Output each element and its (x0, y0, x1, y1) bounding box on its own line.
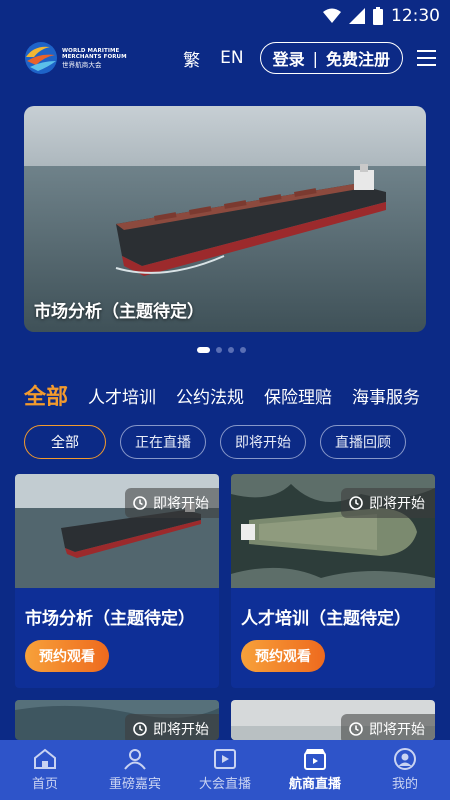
filter-upcoming[interactable]: 即将开始 (220, 425, 306, 459)
card-status-text: 即将开始 (153, 496, 209, 512)
nav-merchant-live[interactable]: 航商直播 (270, 740, 360, 800)
nav-merchant-live-label: 航商直播 (288, 777, 341, 792)
card-status-badge: 即将开始 (341, 488, 435, 518)
status-time: 12:30 (391, 6, 440, 26)
nav-conference-live[interactable]: 大会直播 (180, 740, 270, 800)
card-status-text: 即将开始 (153, 722, 209, 738)
category-tab-all[interactable]: 全部 (24, 379, 68, 411)
banner-title: 市场分析（主题待定） (34, 302, 204, 322)
live-card[interactable]: 即将开始 (15, 700, 219, 740)
hamburger-menu-icon[interactable] (417, 50, 436, 66)
clock-icon (133, 722, 147, 736)
carousel-dot[interactable] (228, 347, 234, 353)
category-tabs: 全部 人才培训 公约法规 保险理赔 海事服务 (24, 378, 450, 412)
clock-icon (349, 496, 363, 510)
filter-live-now[interactable]: 正在直播 (120, 425, 206, 459)
guest-icon (124, 749, 146, 770)
category-tab-insurance[interactable]: 保险理赔 (264, 383, 332, 408)
wifi-icon (323, 8, 341, 23)
card-title: 人才培训（主题待定） (241, 609, 411, 629)
app-logo[interactable]: WORLD MARITIME MERCHANTS FORUM 世界航商大会 (24, 41, 127, 75)
clapper-icon (304, 749, 326, 770)
filter-replay[interactable]: 直播回顾 (320, 425, 406, 459)
signal-icon (349, 8, 365, 24)
nav-home[interactable]: 首页 (0, 740, 90, 800)
filter-all[interactable]: 全部 (24, 425, 106, 459)
lang-english-button[interactable]: EN (220, 48, 243, 68)
header-actions: 繁 EN 登录 | 免费注册 (183, 42, 436, 74)
card-status-text: 即将开始 (369, 496, 425, 512)
category-tab-maritime-service[interactable]: 海事服务 (352, 383, 420, 408)
reserve-watch-button[interactable]: 预约观看 (241, 640, 325, 672)
card-status-text: 即将开始 (369, 722, 425, 738)
battery-icon (373, 7, 383, 25)
reserve-watch-button[interactable]: 预约观看 (25, 640, 109, 672)
logo-text: WORLD MARITIME MERCHANTS FORUM 世界航商大会 (62, 48, 127, 69)
video-icon (214, 749, 236, 769)
carousel-dot[interactable] (216, 347, 222, 353)
auth-button[interactable]: 登录 | 免费注册 (259, 42, 403, 74)
card-title: 市场分析（主题待定） (25, 609, 195, 629)
nav-conference-live-label: 大会直播 (198, 777, 251, 792)
banner-carousel[interactable]: 市场分析（主题待定） (24, 106, 426, 332)
clock-icon (349, 722, 363, 736)
carousel-dot[interactable] (240, 347, 246, 353)
login-button[interactable]: 登录 (273, 46, 305, 70)
nav-home-label: 首页 (31, 777, 58, 792)
nav-guests[interactable]: 重磅嘉宾 (90, 740, 180, 800)
live-card[interactable]: 即将开始 人才培训（主题待定） 预约观看 (231, 474, 435, 688)
nav-profile[interactable]: 我的 (360, 740, 450, 800)
card-status-badge: 即将开始 (125, 714, 219, 740)
clock-icon (133, 496, 147, 510)
category-tab-regulations[interactable]: 公约法规 (176, 383, 244, 408)
wmmf-logo-icon (25, 42, 57, 74)
profile-icon (394, 748, 416, 770)
home-icon (34, 748, 56, 769)
live-card[interactable]: 即将开始 (231, 700, 435, 740)
nav-guests-label: 重磅嘉宾 (108, 777, 161, 792)
nav-profile-label: 我的 (391, 777, 418, 792)
category-tab-training[interactable]: 人才培训 (88, 383, 156, 408)
lang-traditional-button[interactable]: 繁 (183, 46, 200, 71)
card-status-badge: 即将开始 (341, 714, 435, 740)
carousel-dot[interactable] (197, 347, 210, 353)
status-filters: 全部 正在直播 即将开始 直播回顾 (24, 425, 406, 459)
register-button[interactable]: 免费注册 (326, 46, 390, 70)
card-status-badge: 即将开始 (125, 488, 219, 518)
carousel-indicator (197, 347, 246, 353)
bottom-navigation: 首页 重磅嘉宾 大会直播 航商直播 我的 (0, 740, 450, 800)
logo-cn: 世界航商大会 (62, 60, 102, 69)
app-header: WORLD MARITIME MERCHANTS FORUM 世界航商大会 繁 … (0, 32, 450, 84)
status-bar: 12:30 (0, 0, 450, 32)
live-card[interactable]: 即将开始 市场分析（主题待定） 预约观看 (15, 474, 219, 688)
auth-separator: | (312, 48, 318, 68)
